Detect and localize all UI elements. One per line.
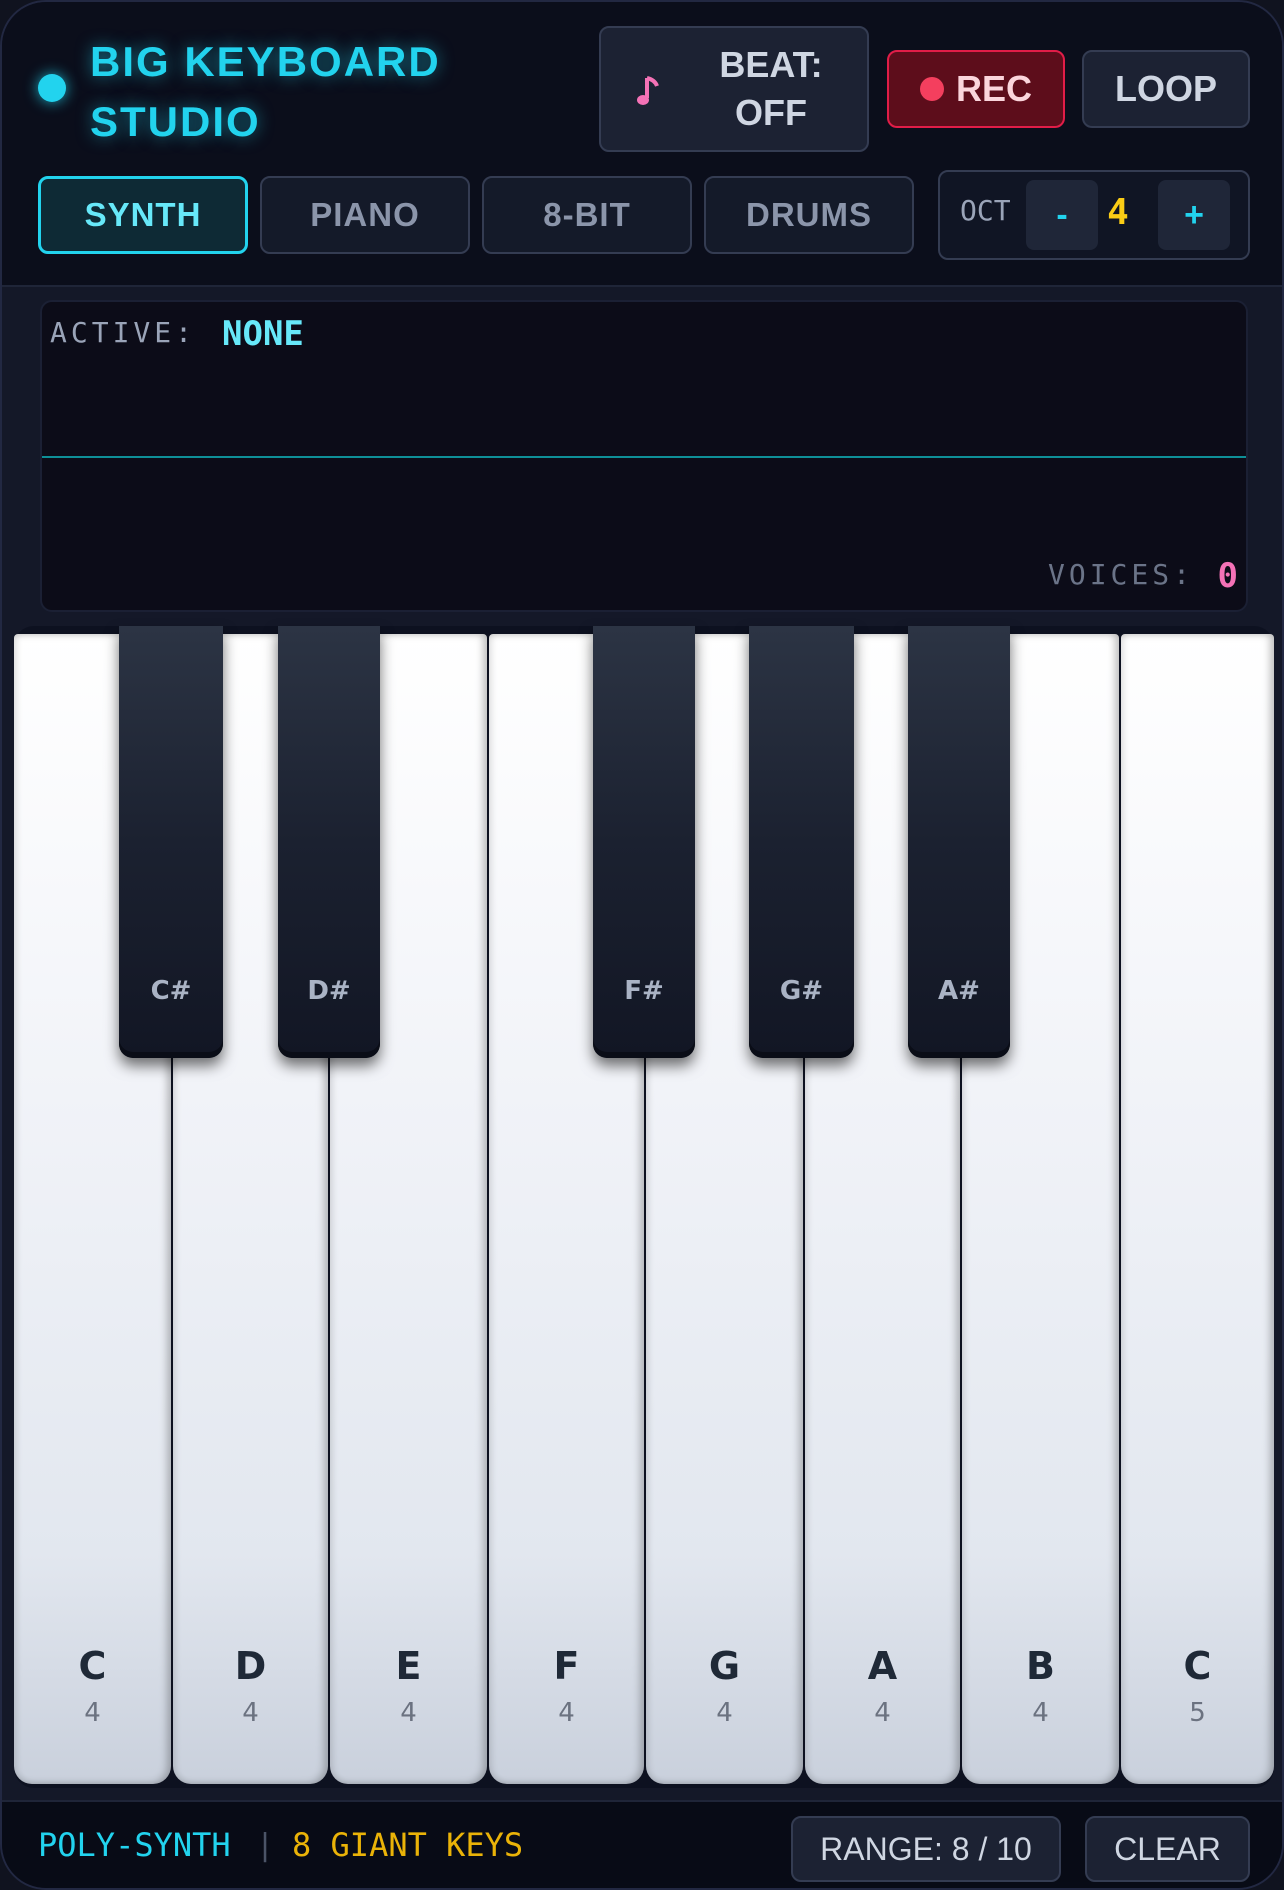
black-key-d-sharp[interactable]: D#: [278, 626, 380, 1058]
black-key-f-sharp[interactable]: F#: [593, 626, 695, 1058]
waveform-line: [42, 456, 1246, 458]
octave-label: OCT: [960, 194, 1011, 227]
note-display: ACTIVE: NONE VOICES: 0: [40, 300, 1248, 612]
music-note-icon: [637, 76, 659, 105]
key-octave-label: 5: [1189, 1698, 1206, 1728]
key-octave-label: 4: [400, 1698, 417, 1728]
black-key-a-sharp[interactable]: A#: [908, 626, 1010, 1058]
key-octave-label: 4: [242, 1698, 259, 1728]
app-window: BIG KEYBOARD STUDIO BEAT: OFF REC LOOP S…: [0, 0, 1284, 1890]
octave-up-button[interactable]: +: [1158, 180, 1230, 250]
key-note-label: F#: [624, 976, 664, 1006]
key-octave-label: 4: [84, 1698, 101, 1728]
voices-label: VOICES:: [1047, 558, 1194, 591]
header: BIG KEYBOARD STUDIO BEAT: OFF REC LOOP S…: [2, 2, 1282, 287]
key-note-label: A#: [938, 976, 980, 1006]
clear-button[interactable]: CLEAR: [1085, 1816, 1250, 1882]
app-title: BIG KEYBOARD STUDIO: [90, 38, 441, 145]
range-badge: RANGE: 8 / 10: [791, 1816, 1061, 1882]
tab-synth[interactable]: SYNTH: [38, 176, 248, 254]
status-dot-icon: [38, 74, 66, 102]
key-note-label: F: [553, 1644, 580, 1688]
active-label: ACTIVE:: [50, 316, 197, 349]
record-label: REC: [955, 68, 1032, 109]
octave-value: 4: [1107, 192, 1129, 233]
loop-button[interactable]: LOOP: [1082, 50, 1250, 128]
voices-value: 0: [1217, 556, 1238, 596]
tab-piano[interactable]: PIANO: [260, 176, 470, 254]
key-octave-label: 4: [558, 1698, 575, 1728]
tab-drums[interactable]: DRUMS: [704, 176, 914, 254]
beat-toggle-button[interactable]: BEAT: OFF: [599, 26, 869, 152]
key-octave-label: 4: [874, 1698, 891, 1728]
footer-separator: |: [256, 1828, 275, 1863]
key-note-label: A: [867, 1644, 898, 1688]
octave-down-button[interactable]: -: [1026, 180, 1098, 250]
black-key-c-sharp[interactable]: C#: [119, 626, 223, 1058]
mode-label: POLY-SYNTH: [38, 1826, 231, 1864]
key-note-label: D#: [307, 976, 351, 1006]
keyboard: C 4 D 4 E 4 F 4 G 4 A 4 B 4 C 5 C# D# F#…: [14, 626, 1274, 1788]
key-note-label: E: [395, 1644, 422, 1688]
key-note-label: G: [708, 1644, 741, 1688]
footer: POLY-SYNTH | 8 GIANT KEYS RANGE: 8 / 10 …: [2, 1800, 1282, 1888]
key-octave-label: 4: [1032, 1698, 1049, 1728]
key-note-label: G#: [779, 976, 824, 1006]
key-note-label: C#: [150, 976, 192, 1006]
key-note-label: C: [1183, 1644, 1212, 1688]
key-note-label: D: [234, 1644, 267, 1688]
key-count-label: 8 GIANT KEYS: [292, 1826, 524, 1864]
record-button[interactable]: REC: [887, 50, 1065, 128]
beat-label: BEAT: OFF: [719, 44, 823, 133]
key-octave-label: 4: [716, 1698, 733, 1728]
record-dot-icon: [919, 77, 944, 101]
black-key-g-sharp[interactable]: G#: [749, 626, 854, 1058]
active-value: NONE: [222, 314, 304, 354]
key-note-label: C: [78, 1644, 107, 1688]
white-key-c5[interactable]: C 5: [1121, 634, 1274, 1784]
key-note-label: B: [1026, 1644, 1055, 1688]
octave-control: OCT - 4 +: [938, 170, 1250, 260]
tab-8-bit[interactable]: 8-BIT: [482, 176, 692, 254]
